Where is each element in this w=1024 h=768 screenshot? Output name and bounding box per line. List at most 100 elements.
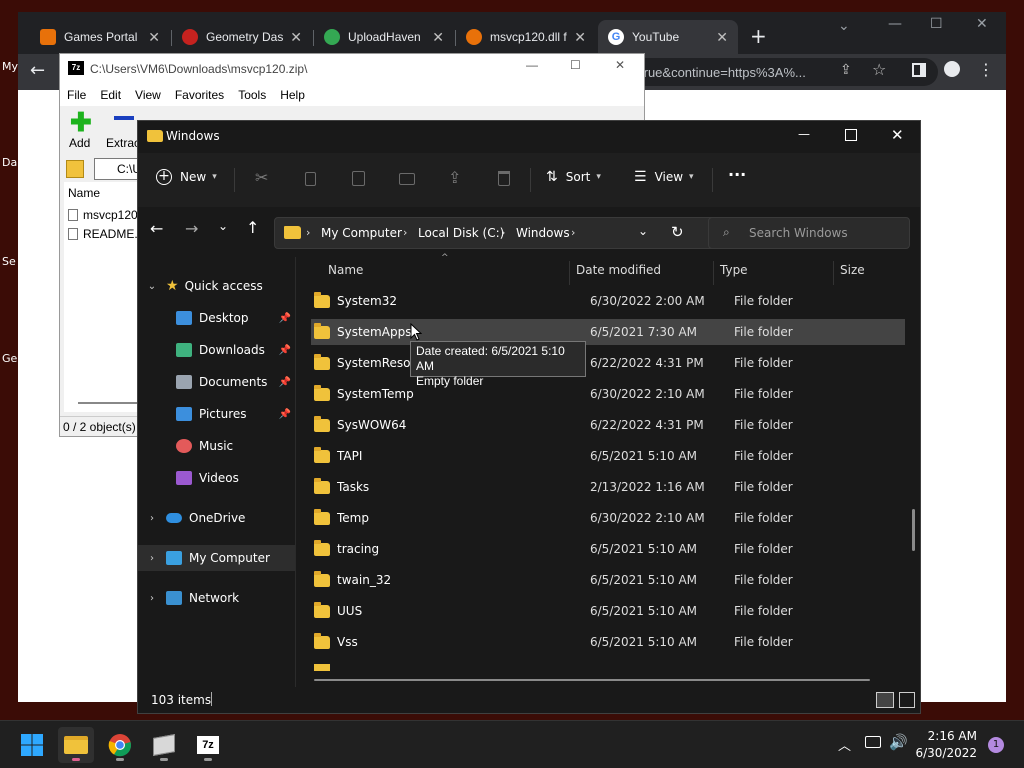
table-row[interactable]: Vss 6/5/2021 5:10 AM File folder bbox=[311, 629, 905, 655]
menu-file[interactable]: File bbox=[67, 84, 92, 106]
maximize-icon[interactable] bbox=[845, 129, 857, 141]
details-view-icon[interactable] bbox=[876, 692, 894, 708]
volume-icon[interactable]: 🔊 bbox=[889, 733, 908, 751]
taskbar-chrome[interactable] bbox=[102, 727, 138, 763]
nav-onedrive[interactable]: › OneDrive bbox=[138, 505, 295, 531]
horizontal-scrollbar[interactable] bbox=[314, 679, 870, 681]
pin-icon[interactable]: 📌 bbox=[279, 377, 291, 388]
pin-icon[interactable]: 📌 bbox=[279, 313, 291, 324]
tab-search-chevron-icon[interactable]: ⌄ bbox=[838, 18, 850, 34]
up-arrow-icon[interactable]: ↑ bbox=[246, 218, 259, 237]
back-arrow-icon[interactable]: ← bbox=[30, 60, 45, 81]
nav-pictures[interactable]: Pictures 📌 bbox=[138, 401, 295, 427]
back-arrow-icon[interactable]: ← bbox=[150, 219, 163, 238]
table-row[interactable]: UUS 6/5/2021 5:10 AM File folder bbox=[311, 598, 905, 624]
address-history-chevron-icon[interactable]: ⌄ bbox=[638, 224, 648, 238]
desktop-icon-label[interactable]: My bbox=[2, 60, 18, 73]
extract-button-label[interactable]: Extrac bbox=[106, 136, 140, 150]
menu-kebab-icon[interactable]: ⋮ bbox=[978, 60, 994, 79]
column-divider[interactable] bbox=[833, 261, 834, 285]
breadcrumb-windows[interactable]: Windows bbox=[516, 226, 570, 240]
cut-icon[interactable]: ✂ bbox=[255, 168, 268, 187]
nav-network[interactable]: › Network bbox=[138, 585, 295, 611]
delete-trash-icon[interactable] bbox=[498, 171, 510, 186]
taskbar-installer[interactable] bbox=[146, 727, 182, 763]
nav-music[interactable]: Music bbox=[138, 433, 295, 459]
more-options-icon[interactable]: ··· bbox=[728, 165, 746, 184]
tab-games-portal[interactable]: Games Portal ✕ bbox=[30, 20, 170, 54]
nav-desktop[interactable]: Desktop 📌 bbox=[138, 305, 295, 331]
list-item[interactable]: README.t bbox=[68, 227, 141, 241]
close-icon[interactable]: ✕ bbox=[716, 29, 728, 46]
new-tab-button[interactable]: + bbox=[750, 24, 767, 48]
new-button[interactable]: + New ▾ bbox=[156, 169, 217, 185]
profile-avatar-icon[interactable] bbox=[944, 61, 960, 77]
paste-icon[interactable] bbox=[352, 171, 365, 186]
tab-msvcp120[interactable]: msvcp120.dll f ✕ bbox=[456, 20, 596, 54]
menu-edit[interactable]: Edit bbox=[100, 84, 127, 106]
view-button[interactable]: ☰ View ▾ bbox=[634, 169, 694, 185]
tab-youtube[interactable]: G YouTube ✕ bbox=[598, 20, 738, 54]
breadcrumb-my-computer[interactable]: My Computer bbox=[321, 226, 402, 240]
breadcrumb-local-disk[interactable]: Local Disk (C:) bbox=[418, 226, 504, 240]
bookmark-star-icon[interactable]: ☆ bbox=[872, 60, 886, 79]
forward-arrow-icon[interactable]: → bbox=[185, 219, 198, 238]
menu-help[interactable]: Help bbox=[280, 84, 311, 106]
table-row[interactable]: SysWOW64 6/22/2022 4:31 PM File folder bbox=[311, 412, 905, 438]
minimize-icon[interactable]: — bbox=[888, 16, 902, 32]
vertical-scrollbar[interactable] bbox=[912, 509, 915, 551]
nav-documents[interactable]: Documents 📌 bbox=[138, 369, 295, 395]
clock-time[interactable]: 2:16 AM bbox=[921, 729, 977, 743]
column-header-size[interactable]: Size bbox=[840, 263, 865, 283]
menu-view[interactable]: View bbox=[135, 84, 167, 106]
close-icon[interactable]: ✕ bbox=[574, 29, 586, 46]
side-panel-icon[interactable] bbox=[912, 63, 926, 77]
table-row[interactable]: Temp 6/30/2022 2:10 AM File folder bbox=[311, 505, 905, 531]
column-header-date[interactable]: Date modified bbox=[576, 263, 661, 283]
rename-icon[interactable] bbox=[399, 173, 415, 185]
menu-tools[interactable]: Tools bbox=[238, 84, 272, 106]
desktop-icon-label[interactable]: Se bbox=[2, 255, 16, 268]
column-header-name[interactable]: Name bbox=[68, 186, 100, 200]
desktop-icon-label[interactable]: Da bbox=[2, 156, 17, 169]
menu-favorites[interactable]: Favorites bbox=[175, 84, 230, 106]
close-window-icon[interactable]: ✕ bbox=[976, 16, 988, 32]
maximize-icon[interactable]: ☐ bbox=[930, 16, 943, 32]
nav-videos[interactable]: Videos bbox=[138, 465, 295, 491]
copy-icon[interactable] bbox=[305, 172, 316, 186]
large-icons-view-icon[interactable] bbox=[899, 692, 915, 708]
nav-downloads[interactable]: Downloads 📌 bbox=[138, 337, 295, 363]
table-row[interactable]: SystemApps 6/5/2021 7:30 AM File folder bbox=[311, 319, 905, 345]
close-icon[interactable]: ✕ bbox=[290, 29, 302, 46]
search-input[interactable]: ⌕ Search Windows bbox=[708, 217, 910, 249]
start-button[interactable] bbox=[14, 727, 50, 763]
pin-icon[interactable]: 📌 bbox=[279, 409, 291, 420]
up-folder-icon[interactable] bbox=[66, 160, 84, 178]
minimize-icon[interactable]: — bbox=[798, 127, 810, 141]
sort-button[interactable]: ⇅ Sort ▾ bbox=[546, 169, 601, 185]
horizontal-scrollbar[interactable] bbox=[78, 402, 138, 404]
close-icon[interactable]: ✕ bbox=[432, 29, 444, 46]
recent-locations-chevron-icon[interactable]: ⌄ bbox=[218, 219, 228, 233]
nav-my-computer[interactable]: › My Computer bbox=[138, 545, 295, 571]
column-header-name[interactable]: Name bbox=[328, 263, 363, 283]
close-icon[interactable]: ✕ bbox=[148, 29, 160, 46]
column-header-type[interactable]: Type bbox=[720, 263, 748, 283]
column-divider[interactable] bbox=[713, 261, 714, 285]
clock-date[interactable]: 6/30/2022 bbox=[913, 746, 977, 760]
close-icon[interactable]: ✕ bbox=[891, 126, 904, 144]
pin-icon[interactable]: 📌 bbox=[279, 345, 291, 356]
add-plus-icon[interactable]: ✚ bbox=[70, 109, 92, 135]
table-row[interactable]: tracing 6/5/2021 5:10 AM File folder bbox=[311, 536, 905, 562]
notification-badge[interactable]: 1 bbox=[988, 737, 1004, 753]
add-button-label[interactable]: Add bbox=[69, 136, 90, 150]
nav-quick-access[interactable]: ⌄ ★ Quick access bbox=[138, 273, 295, 299]
list-item[interactable]: msvcp120 bbox=[68, 208, 138, 222]
refresh-icon[interactable]: ↻ bbox=[671, 223, 684, 241]
table-row[interactable]: SystemResources 6/22/2022 4:31 PM File f… bbox=[311, 350, 905, 376]
table-row[interactable]: twain_32 6/5/2021 5:10 AM File folder bbox=[311, 567, 905, 593]
share-icon[interactable]: ⇪ bbox=[840, 62, 852, 78]
table-row[interactable]: SystemTemp 6/30/2022 2:10 AM File folder bbox=[311, 381, 905, 407]
tab-uploadhaven[interactable]: UploadHaven ✕ bbox=[314, 20, 454, 54]
share-icon[interactable]: ⇪ bbox=[448, 168, 461, 187]
